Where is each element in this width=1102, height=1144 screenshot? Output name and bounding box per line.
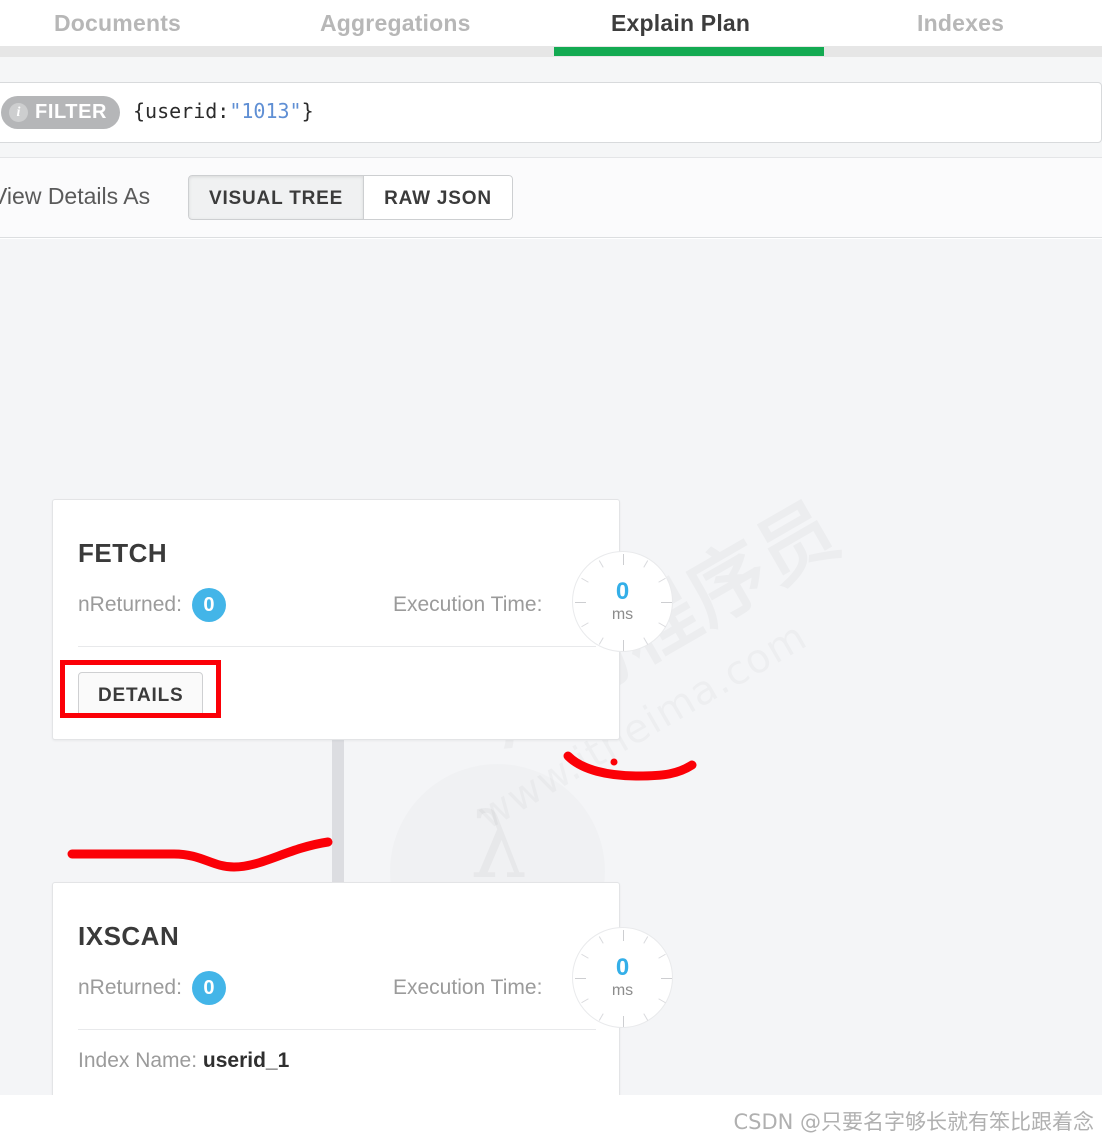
- filter-query-value: "1013": [229, 99, 302, 123]
- execution-time-group-fetch: Execution Time:: [393, 586, 542, 624]
- gauge-tick: [574, 602, 586, 603]
- annotation-underline-index-name: [67, 837, 333, 872]
- view-mode-visual-tree[interactable]: VISUAL TREE: [188, 175, 365, 220]
- nreturned-label-ixscan: nReturned:: [78, 976, 182, 999]
- execution-time-unit-ixscan: ms: [611, 982, 634, 999]
- tab-aggregations[interactable]: Aggregations: [320, 0, 471, 46]
- execution-time-value-fetch: 0: [615, 578, 630, 605]
- tab-documents[interactable]: Documents: [54, 0, 181, 46]
- gauge-tick: [660, 978, 672, 979]
- gauge-tick: [657, 622, 666, 628]
- details-button-fetch[interactable]: DETAILS: [78, 672, 204, 717]
- gauge-tick: [598, 560, 604, 568]
- stage-connector: [332, 739, 344, 884]
- gauge-tick: [622, 554, 624, 565]
- info-icon: i: [9, 103, 28, 122]
- filter-badge-label: FILTER: [35, 101, 108, 123]
- execution-time-gauge-fetch: 0 ms: [572, 551, 673, 652]
- gauge-tick: [622, 930, 624, 941]
- gauge-tick: [598, 637, 604, 645]
- active-tab-underline: [554, 47, 824, 56]
- explain-plan-canvas: λ 黑马程序员 www.itheima.com 黑马程序员 FETCH nRet…: [0, 239, 1102, 1095]
- gauge-tick: [580, 622, 589, 628]
- stage-name-fetch: FETCH: [78, 538, 168, 568]
- footer: CSDN @只要名字够长就有笨比跟着念: [0, 1095, 1102, 1144]
- gauge-tick: [657, 998, 666, 1004]
- property-index-name-label: Index Name:: [78, 1049, 198, 1072]
- execution-time-unit-fetch: ms: [611, 606, 634, 623]
- filter-badge[interactable]: i FILTER: [1, 96, 121, 129]
- filter-query-suffix: }: [301, 99, 314, 123]
- gauge-tick: [642, 637, 648, 645]
- execution-time-label-fetch: Execution Time:: [393, 593, 543, 616]
- stage-metrics-ixscan: nReturned: 0 Execution Time:: [78, 969, 598, 1011]
- nreturned-label-fetch: nReturned:: [78, 593, 182, 616]
- gauge-tick: [598, 1013, 604, 1021]
- gauge-tick: [642, 1013, 648, 1021]
- tab-explain-plan[interactable]: Explain Plan: [611, 0, 750, 46]
- filter-query-prefix: {userid:: [133, 99, 230, 123]
- execution-time-group-ixscan: Execution Time:: [393, 969, 542, 1007]
- execution-time-label-ixscan: Execution Time:: [393, 976, 543, 999]
- stage-card-ixscan[interactable]: IXSCAN nReturned: 0 Execution Time: Inde…: [52, 882, 620, 1095]
- filter-query-text: {userid:"1013"}: [133, 99, 314, 123]
- execution-time-value-ixscan: 0: [615, 954, 630, 981]
- stage-name-ixscan: IXSCAN: [78, 921, 180, 951]
- nreturned-group-fetch: nReturned: 0: [78, 586, 226, 624]
- gauge-tick: [642, 936, 648, 944]
- stage-metrics-fetch: nReturned: 0 Execution Time:: [78, 586, 598, 628]
- gauge-tick: [660, 602, 672, 603]
- gauge-tick: [622, 640, 624, 651]
- card-divider-ixscan-1: [78, 1029, 596, 1030]
- nreturned-value-fetch: 0: [191, 588, 226, 622]
- nreturned-value-ixscan: 0: [191, 971, 226, 1005]
- filter-zone: i FILTER {userid:"1013"}: [0, 57, 1102, 158]
- gauge-tick: [598, 936, 604, 944]
- card-divider-fetch: [78, 646, 596, 647]
- gauge-tick: [574, 978, 586, 979]
- tab-bar: Documents Aggregations Explain Plan Inde…: [0, 0, 1102, 46]
- view-mode-raw-json[interactable]: RAW JSON: [364, 175, 513, 220]
- nreturned-group-ixscan: nReturned: 0: [78, 969, 226, 1007]
- tab-indexes[interactable]: Indexes: [917, 0, 1004, 46]
- property-index-name-value: userid_1: [202, 1049, 290, 1072]
- execution-time-gauge-ixscan: 0 ms: [572, 927, 673, 1028]
- gauge-tick: [622, 1016, 624, 1027]
- view-details-label: View Details As: [0, 183, 151, 209]
- stage-card-fetch[interactable]: FETCH nReturned: 0 Execution Time: DETAI…: [52, 499, 620, 740]
- annotation-underline-execution-time: [563, 751, 697, 781]
- view-details-toolbar: View Details As VISUAL TREE RAW JSON: [0, 158, 1102, 238]
- tab-strip: [0, 46, 1102, 57]
- csdn-credit: CSDN @只要名字够长就有笨比跟着念: [733, 1110, 1094, 1134]
- gauge-tick: [642, 560, 648, 568]
- property-index-name: Index Name: userid_1: [78, 1049, 289, 1073]
- gauge-tick: [580, 998, 589, 1004]
- filter-input[interactable]: i FILTER {userid:"1013"}: [0, 82, 1102, 143]
- view-mode-segmented-control: VISUAL TREE RAW JSON: [188, 175, 513, 220]
